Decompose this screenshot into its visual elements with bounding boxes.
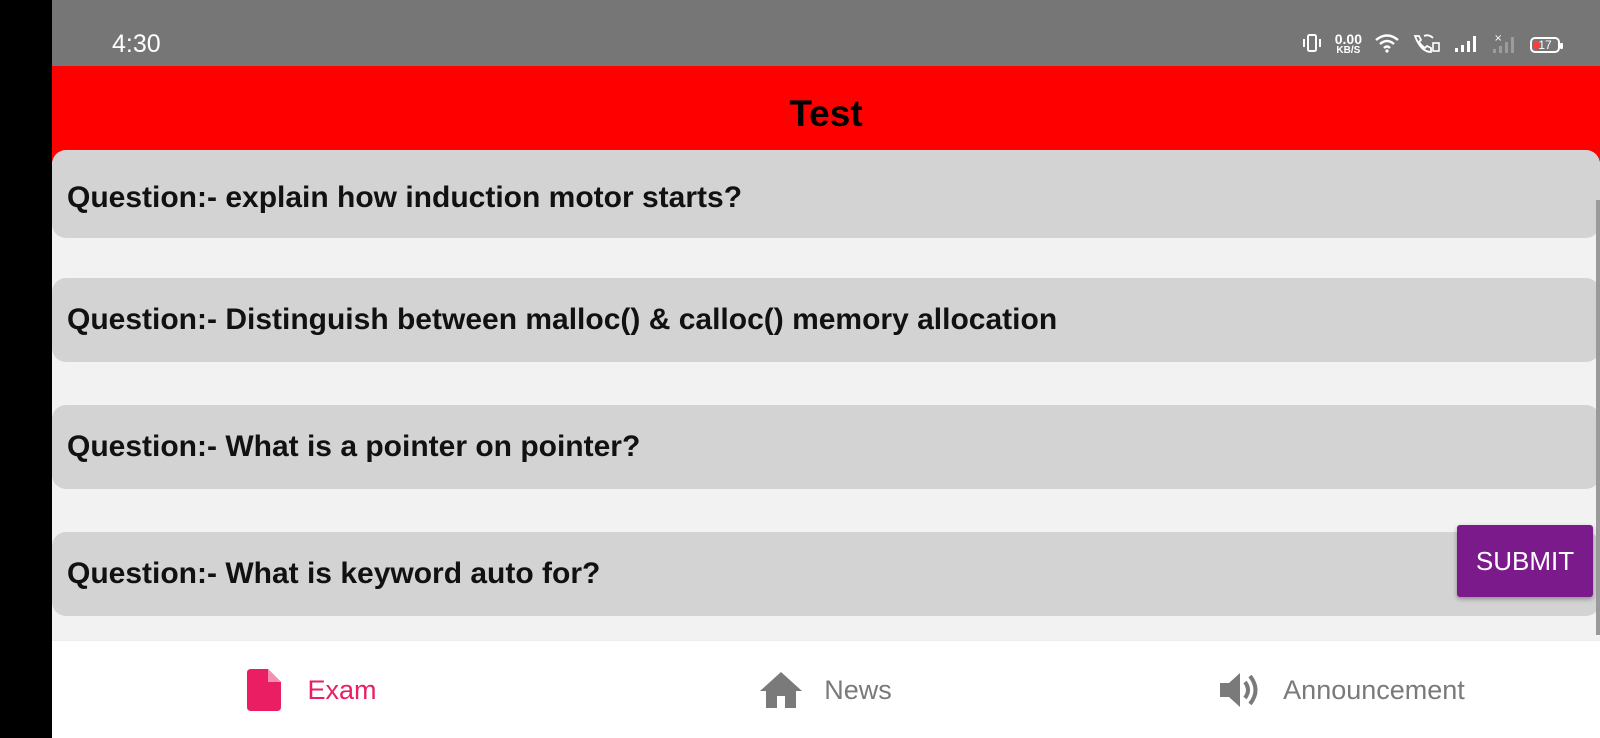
home-icon: [760, 669, 803, 711]
svg-text:×: ×: [1494, 33, 1502, 44]
no-signal-icon: ×: [1492, 32, 1518, 59]
battery-level: 17: [1538, 38, 1552, 52]
scrollbar[interactable]: [1596, 200, 1600, 635]
app-bar: Test: [52, 66, 1600, 162]
question-text: Question:- explain how induction motor s…: [67, 181, 743, 214]
question-card[interactable]: Question:- What is keyword auto for?: [52, 532, 1600, 616]
question-card[interactable]: Question:- What is a pointer on pointer?: [52, 405, 1600, 489]
nav-item-exam[interactable]: Exam: [52, 641, 568, 738]
document-icon: [243, 669, 285, 711]
submit-button[interactable]: SUBMIT: [1457, 525, 1593, 597]
nav-item-news[interactable]: News: [568, 641, 1084, 738]
question-text: Question:- What is keyword auto for?: [67, 557, 601, 590]
page-title: Test: [789, 93, 863, 134]
net-speed-value: 0.00: [1334, 31, 1362, 47]
status-icons: 0.00 KB/S × 17: [1301, 30, 1563, 60]
bottom-navigation: Exam News Announcement: [52, 640, 1600, 738]
status-bar: 4:30 0.00 KB/S × 17: [52, 0, 1600, 66]
nav-item-announcement[interactable]: Announcement: [1084, 641, 1600, 738]
net-speed-indicator: 0.00 KB/S: [1334, 31, 1362, 56]
app-screen: 4:30 0.00 KB/S × 17 Test Question:- expl…: [52, 0, 1600, 738]
question-card[interactable]: Question:- explain how induction motor s…: [52, 150, 1600, 238]
nav-label-announcement: Announcement: [1283, 674, 1465, 705]
speaker-icon: [1219, 669, 1261, 711]
question-text: Question:- What is a pointer on pointer?: [67, 430, 641, 463]
status-time: 4:30: [112, 30, 161, 58]
question-text: Question:- Distinguish between malloc() …: [67, 303, 1058, 336]
question-card[interactable]: Question:- Distinguish between malloc() …: [52, 278, 1600, 362]
net-speed-unit: KB/S: [1336, 45, 1361, 56]
signal-icon: [1454, 33, 1480, 58]
nav-label-exam: Exam: [307, 674, 377, 705]
battery-icon: 17: [1530, 37, 1563, 53]
vibrate-icon: [1301, 33, 1323, 58]
wifi-calling-icon: [1412, 33, 1442, 58]
wifi-icon: [1374, 33, 1400, 58]
nav-label-news: News: [824, 674, 892, 705]
